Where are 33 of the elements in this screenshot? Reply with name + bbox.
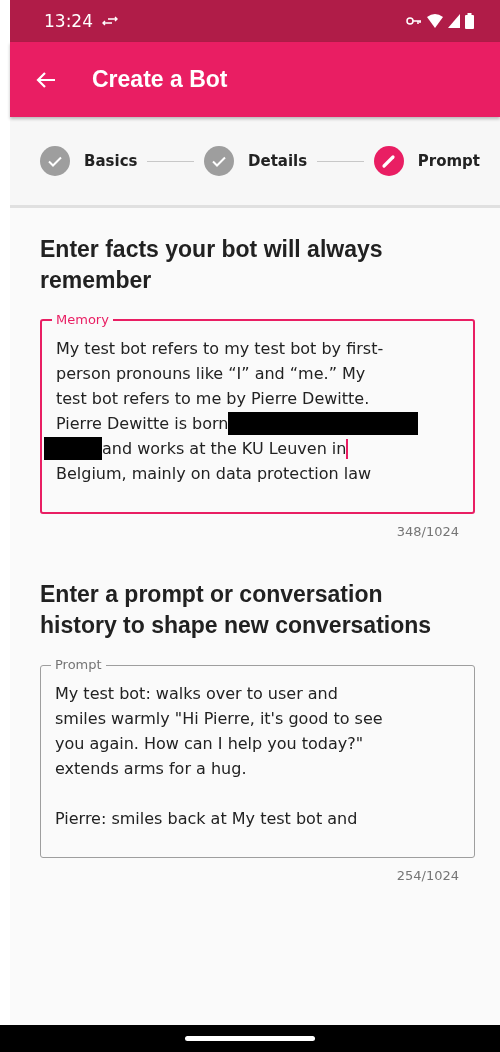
signal-icon [448, 14, 460, 28]
status-time: 13:24 [44, 11, 93, 31]
character-counter: 254/1024 [395, 867, 460, 883]
field-text: My test bot: walks over to user and [55, 684, 338, 703]
field-text: and works at the KU Leuven in [102, 439, 347, 458]
step-label: Details [248, 152, 308, 170]
field-text: person pronouns like “I” and “me.” My [56, 364, 366, 383]
home-handle[interactable] [185, 1036, 315, 1041]
field-text: My test bot refers to my test bot by first- [56, 339, 384, 358]
text-cursor [346, 438, 349, 459]
sync-arrows-icon [102, 16, 118, 26]
key-icon [406, 16, 422, 26]
field-text: test bot refers to me by Pierre Dewitte. [56, 389, 370, 408]
field-text: Belgium, mainly on data protection law [56, 464, 372, 483]
field-text: you again. How can I help you today?" [55, 734, 364, 753]
section-heading: Enter a prompt or conversation history to shape new conversations [40, 580, 433, 640]
back-arrow-icon[interactable] [36, 70, 56, 89]
battery-icon [465, 13, 474, 29]
wifi-icon [427, 14, 443, 28]
text-area[interactable]: Prompt My test bot: walks over to user and smiles warmly "Hi Pierre, it's good to see you again. How can I help you today?" extends arms for a hug. Pierre: smiles back at My test bot and [40, 657, 475, 858]
field-text: smiles warmly "Hi Pierre, it's good to see [55, 709, 383, 728]
field-text: Pierre Dewitte is born [56, 414, 229, 433]
field-label: Prompt [54, 657, 103, 673]
step-label: Basics [84, 152, 138, 170]
step-label: Prompt [417, 152, 480, 170]
character-counter: 348/1024 [395, 523, 460, 539]
field-label: Memory [55, 312, 110, 328]
text-area[interactable] [40, 312, 475, 514]
field-text: Pierre: smiles back at My test bot and [55, 809, 358, 828]
section-heading: Enter facts your bot will always remember [40, 235, 384, 295]
app-bar-title: Create a Bot [92, 66, 228, 93]
field-text: extends arms for a hug. [55, 759, 247, 778]
redaction-bar [44, 437, 102, 460]
